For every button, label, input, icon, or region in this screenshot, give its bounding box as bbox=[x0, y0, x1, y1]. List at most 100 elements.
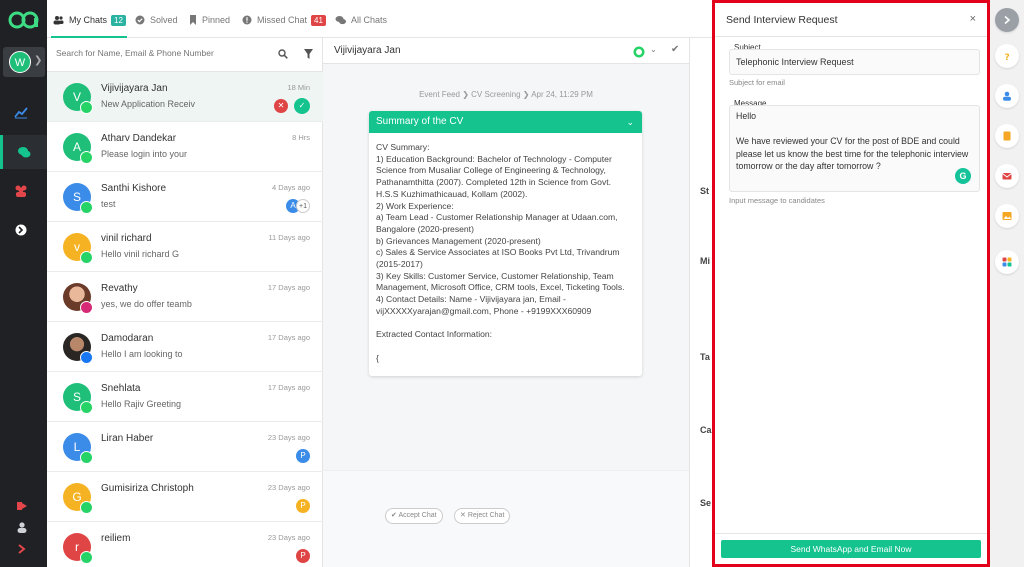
details-section-label: Se bbox=[700, 498, 712, 508]
last-message-time: 4 Days ago bbox=[272, 183, 310, 192]
contact-name: reiliem bbox=[101, 533, 131, 544]
cv-line: a) Team Lead - Customer Relationship Man… bbox=[376, 212, 618, 234]
nav-contacts[interactable] bbox=[0, 174, 47, 208]
contact-profile-button[interactable] bbox=[995, 84, 1019, 108]
notes-button[interactable] bbox=[995, 124, 1019, 148]
nav-logout-arrow[interactable] bbox=[0, 213, 47, 247]
message-textarea[interactable]: Hello We have reviewed your CV for the p… bbox=[729, 105, 980, 192]
close-icon[interactable]: × bbox=[970, 13, 976, 25]
chevron-right-icon: ❯ bbox=[34, 55, 43, 66]
workspace-switcher[interactable]: W ❯ bbox=[3, 47, 45, 77]
modal-header: Send Interview Request × bbox=[715, 3, 987, 37]
nav-analytics[interactable] bbox=[0, 95, 47, 129]
chat-list-item[interactable]: A Atharv Dandekar Please login into your… bbox=[47, 122, 323, 172]
last-message-preview: Hello vinil richard G bbox=[101, 249, 180, 259]
messenger-icon bbox=[80, 351, 93, 364]
chat-list-panel: V Vijivijayara Jan New Application Recei… bbox=[47, 38, 323, 567]
tab-my-chats[interactable]: My Chats 12 bbox=[53, 12, 126, 28]
search-icon[interactable] bbox=[278, 49, 288, 59]
chat-tabs-bar: My Chats 12 Solved Pinned Missed Chat 41… bbox=[47, 0, 712, 38]
message-hint: Input message to candidates bbox=[729, 196, 825, 205]
chevron-down-icon[interactable]: ⌄ bbox=[650, 45, 657, 54]
chat-list-item[interactable]: G Gumisiriza Christoph 23 Days ago P bbox=[47, 472, 323, 522]
whatsapp-channel-icon[interactable] bbox=[633, 46, 645, 58]
apps-grid-icon bbox=[1002, 257, 1012, 267]
chat-bubbles-icon bbox=[335, 16, 346, 25]
modal-footer-divider bbox=[715, 533, 987, 534]
chat-list-item[interactable]: r reiliem 23 Days ago P bbox=[47, 522, 323, 567]
contact-name: Santhi Kishore bbox=[101, 183, 167, 194]
last-message-time: 18 Min bbox=[287, 83, 310, 92]
last-message-time: 11 Days ago bbox=[268, 233, 310, 242]
grammarly-icon[interactable]: G bbox=[955, 168, 971, 184]
nav-profile[interactable] bbox=[0, 517, 47, 537]
details-section-label: Ta bbox=[700, 352, 710, 362]
tab-label: Missed Chat bbox=[257, 15, 308, 25]
nav-chats[interactable] bbox=[0, 135, 47, 169]
send-whatsapp-email-button[interactable]: Send WhatsApp and Email Now bbox=[721, 540, 981, 558]
nav-signout[interactable] bbox=[0, 496, 47, 516]
cv-line: 3) Key Skills: Customer Service, Custome… bbox=[376, 270, 625, 293]
chevron-down-icon[interactable]: ⌄ bbox=[626, 111, 634, 133]
envelope-icon bbox=[1002, 173, 1012, 180]
chat-list-item[interactable]: Revathy yes, we do offer teamb 17 Days a… bbox=[47, 272, 323, 322]
send-interview-request-modal: Send Interview Request × Subject Telepho… bbox=[712, 0, 990, 567]
email-button[interactable] bbox=[995, 164, 1019, 188]
search-input[interactable] bbox=[56, 48, 266, 58]
filter-icon[interactable] bbox=[304, 49, 313, 59]
last-message-time: 8 Hrs bbox=[292, 133, 310, 142]
cv-summary-title: Summary of the CV bbox=[376, 116, 464, 127]
accept-chat-label: Accept Chat bbox=[398, 512, 437, 519]
assignee-avatar: P bbox=[296, 549, 310, 563]
arrow-right-circle-icon bbox=[15, 224, 27, 236]
collapse-panel-button[interactable] bbox=[995, 8, 1019, 32]
app-logo-icon[interactable] bbox=[8, 8, 39, 32]
chat-list-item[interactable]: S Snehlata Hello Rajiv Greeting 17 Days … bbox=[47, 372, 323, 422]
tab-all-chats[interactable]: All Chats bbox=[335, 12, 387, 28]
tab-solved[interactable]: Solved bbox=[135, 12, 178, 28]
chat-list-item[interactable]: V Vijivijayara Jan New Application Recei… bbox=[47, 72, 323, 122]
whatsapp-icon bbox=[80, 151, 93, 164]
chat-list-item[interactable]: Damodaran Hello I am looking to 17 Days … bbox=[47, 322, 323, 372]
cv-line: c) Sales & Service Associates at ISO Boo… bbox=[376, 247, 620, 270]
chevron-right-icon bbox=[18, 544, 26, 554]
chat-list-item[interactable]: L Liran Haber 23 Days ago P bbox=[47, 422, 323, 472]
last-message-time: 23 Days ago bbox=[267, 533, 310, 542]
cv-summary-header[interactable]: Summary of the CV ⌄ bbox=[369, 111, 642, 133]
cv-line: 1) Education Background: Bachelor of Tec… bbox=[376, 153, 612, 199]
modal-title: Send Interview Request bbox=[726, 14, 838, 26]
details-section-label: Mi bbox=[700, 256, 710, 266]
resolve-check-icon[interactable]: ✔ bbox=[671, 44, 679, 55]
last-message-preview: New Application Receiv bbox=[101, 99, 196, 109]
reject-chat-icon-button[interactable]: ✕ bbox=[274, 99, 288, 113]
whatsapp-icon bbox=[80, 401, 93, 414]
chat-list-item[interactable]: S Santhi Kishore test 4 Days ago A +1 bbox=[47, 172, 323, 222]
media-button[interactable] bbox=[995, 204, 1019, 228]
accept-chat-button[interactable]: ✔ Accept Chat bbox=[385, 508, 443, 524]
right-apps-strip: ? bbox=[990, 0, 1024, 567]
users-icon bbox=[15, 185, 27, 197]
apps-button[interactable] bbox=[995, 250, 1019, 274]
cv-line: 2) Work Experience: bbox=[376, 200, 454, 211]
question-icon: ? bbox=[1005, 53, 1010, 61]
tab-label: All Chats bbox=[351, 15, 388, 25]
reject-chat-label: Reject Chat bbox=[467, 512, 505, 519]
subject-hint: Subject for email bbox=[729, 78, 785, 87]
event-breadcrumb: Event Feed ❯ CV Screening ❯ Apr 24, 11:2… bbox=[419, 90, 593, 99]
check-circle-icon bbox=[135, 15, 145, 25]
last-message-preview: test bbox=[101, 199, 116, 209]
chat-list-item[interactable]: v vinil richard Hello vinil richard G 11… bbox=[47, 222, 323, 272]
subject-input[interactable]: Telephonic Interview Request bbox=[729, 49, 980, 75]
last-message-time: 17 Days ago bbox=[267, 283, 310, 292]
help-button[interactable]: ? bbox=[995, 44, 1019, 68]
nav-expand[interactable] bbox=[0, 539, 47, 559]
details-section-label: Ca bbox=[700, 425, 712, 435]
last-message-preview: yes, we do offer teamb bbox=[101, 299, 192, 309]
accept-chat-icon-button[interactable]: ✓ bbox=[294, 98, 310, 114]
tab-missed-chat[interactable]: Missed Chat 41 bbox=[242, 12, 326, 28]
assignee-avatar: P bbox=[296, 499, 310, 513]
contact-name: Liran Haber bbox=[101, 433, 154, 444]
tab-pinned[interactable]: Pinned bbox=[189, 12, 230, 28]
reject-chat-button[interactable]: ✕ Reject Chat bbox=[454, 508, 511, 524]
cv-line: 4) Contact Details: Name - Vijivijayara … bbox=[376, 294, 592, 316]
